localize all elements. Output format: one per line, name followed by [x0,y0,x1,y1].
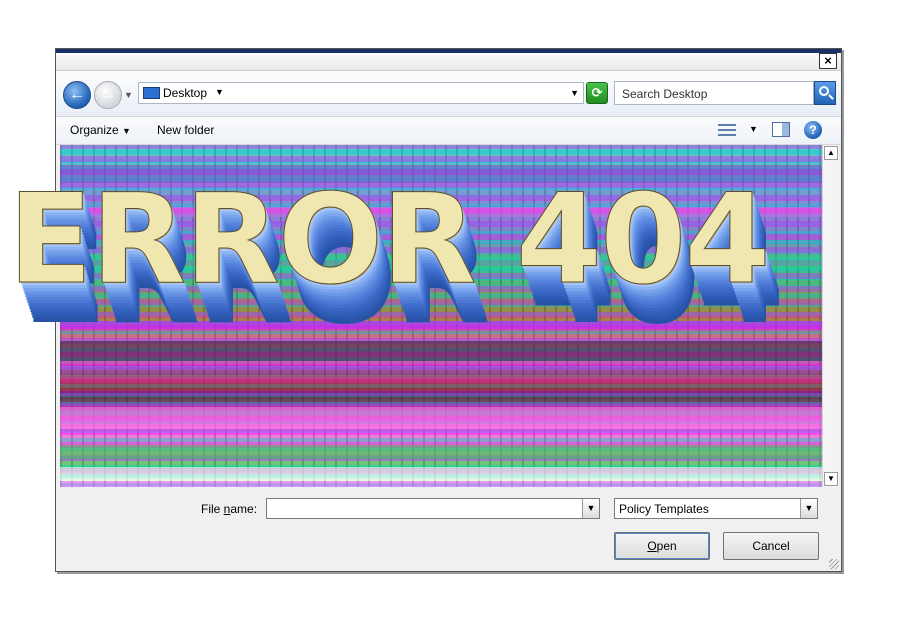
help-icon[interactable]: ? [804,121,822,139]
title-strip [56,49,841,53]
recent-pages-dropdown-icon[interactable]: ▼ [124,90,133,100]
views-icon[interactable] [718,123,736,137]
file-open-dialog: × ← → ▼ Desktop ▼ ▼ ⟳ Search Desktop Org… [55,48,842,572]
new-folder-button[interactable]: New folder [157,123,214,137]
file-name-input[interactable] [266,498,600,519]
address-text: Desktop [163,86,208,100]
resize-grip[interactable] [829,559,839,569]
close-button[interactable]: × [819,53,837,69]
file-type-value: Policy Templates [619,502,709,516]
search-icon[interactable] [814,81,836,105]
organize-menu[interactable]: Organize ▼ [70,123,131,137]
file-name-label: File name: [201,502,258,516]
title-bar: × [56,49,841,71]
address-bar[interactable]: Desktop ▼ ▼ [138,82,584,104]
views-dropdown-icon[interactable]: ▼ [749,124,758,134]
command-toolbar: Organize ▼ New folder ▼ ? [56,117,841,145]
file-type-select[interactable]: Policy Templates ▼ [614,498,818,519]
navigation-bar: ← → ▼ Desktop ▼ ▼ ⟳ Search Desktop [56,71,841,117]
file-type-dropdown-icon[interactable]: ▼ [800,499,817,518]
file-list-area[interactable] [60,145,822,487]
scroll-up-icon[interactable]: ▲ [824,146,838,160]
dialog-footer: File name: ▼ Policy Templates ▼ Open Can… [56,487,841,571]
forward-button[interactable]: → [94,81,122,109]
refresh-button[interactable]: ⟳ [586,82,608,104]
scroll-down-icon[interactable]: ▼ [824,472,838,486]
chevron-down-icon: ▼ [122,126,131,136]
breadcrumb-arrow-icon[interactable]: ▼ [215,87,224,97]
search-placeholder: Search Desktop [622,87,708,101]
address-history-dropdown-icon[interactable]: ▼ [570,88,579,98]
preview-pane-icon[interactable] [772,122,790,137]
organize-label: Organize [70,123,119,137]
vertical-scrollbar[interactable]: ▲ ▼ [822,145,839,487]
back-button[interactable]: ← [63,81,91,109]
file-name-dropdown-icon[interactable]: ▼ [582,499,599,518]
open-button[interactable]: Open [614,532,710,560]
desktop-icon [143,87,160,99]
search-input[interactable]: Search Desktop [614,81,814,105]
cancel-button[interactable]: Cancel [723,532,819,560]
